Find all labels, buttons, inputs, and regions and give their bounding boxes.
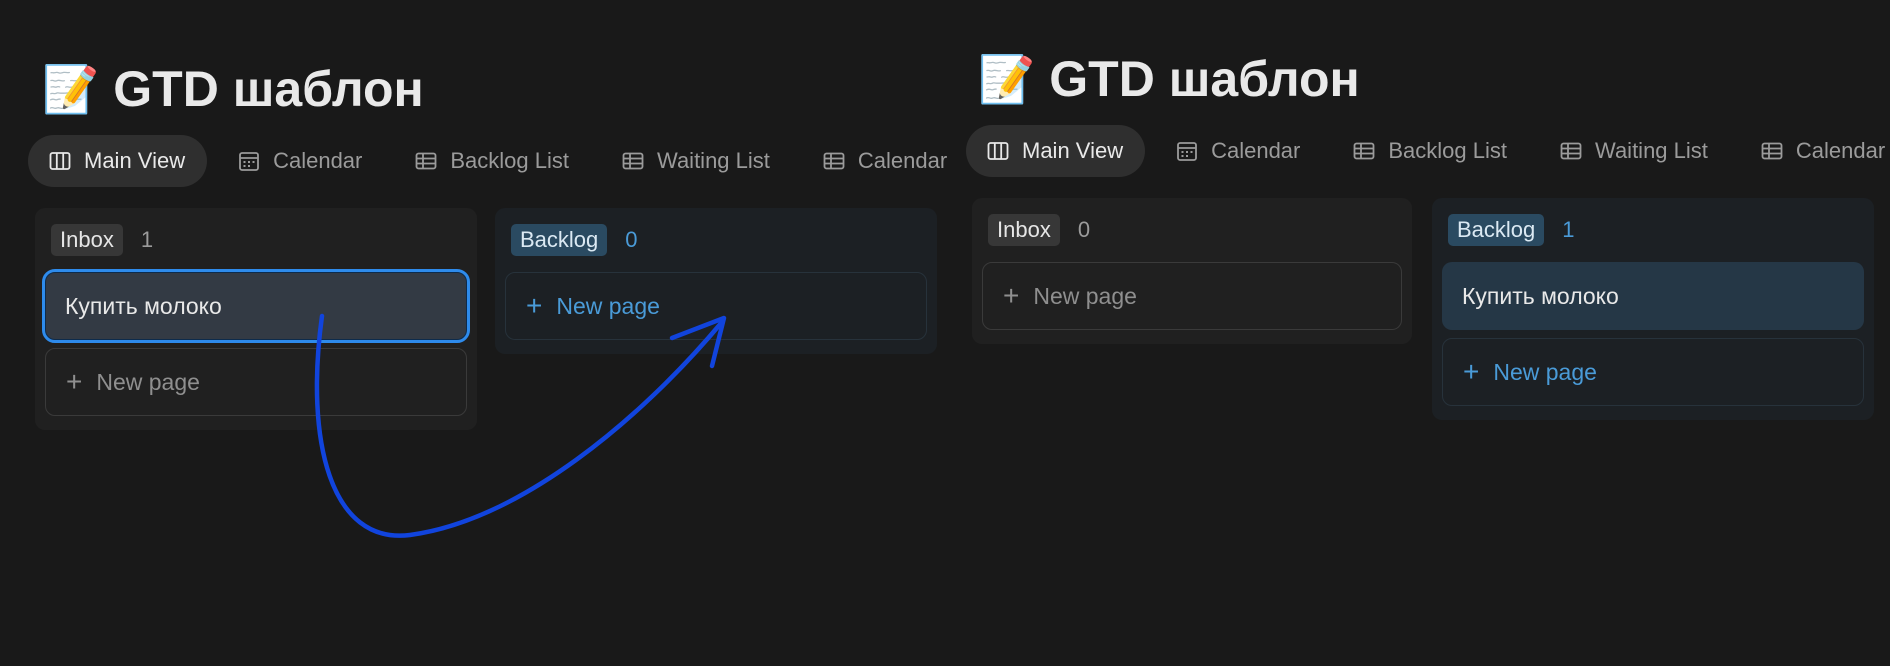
tab-label: Calendar [857,148,948,173]
page-title: 📝 GTD шаблон [978,50,1360,108]
new-page-label: New page [1493,358,1597,385]
new-page-button[interactable]: + New page [45,348,467,416]
before-pane: 📝 GTD шаблон Main View Calendar Backlog … [0,0,948,666]
tab-calendar[interactable]: Calendar [1155,125,1322,177]
table-icon [1560,142,1582,160]
memo-icon: 📝 [978,53,1036,105]
table-icon [622,152,644,170]
plus-icon: + [66,366,83,397]
status-badge: Backlog [511,224,608,256]
tab-backlog-list[interactable]: Backlog List [1332,125,1529,177]
status-badge: Inbox [51,224,123,256]
new-page-button[interactable]: + New page [1442,338,1864,406]
status-badge: Backlog [1448,214,1545,246]
board-icon [987,142,1009,160]
column-count: 1 [140,227,154,252]
tab-label: Backlog List [1388,138,1507,163]
tab-backlog-list[interactable]: Backlog List [394,135,591,187]
tab-waiting-list[interactable]: Waiting List [1539,125,1730,177]
column-count: 0 [625,227,638,252]
tab-label: Backlog List [450,148,569,173]
tab-calendar-2[interactable]: Calendar [802,135,948,187]
column-header: Backlog 0 [505,222,927,258]
new-page-button[interactable]: + New page [982,262,1402,330]
column-count: 1 [1562,217,1575,242]
tab-label: Main View [84,148,186,173]
new-page-label: New page [1033,282,1137,309]
column-header: Inbox 0 [982,212,1402,248]
plus-icon: + [1463,356,1480,387]
calendar-icon [1177,142,1197,161]
tab-main-view[interactable]: Main View [28,135,208,187]
tab-waiting-list[interactable]: Waiting List [601,135,792,187]
table-icon [415,152,437,170]
calendar-icon [239,152,259,171]
tab-label: Calendar [1795,138,1886,163]
tab-label: Calendar [1211,138,1301,163]
plus-icon: + [526,290,543,321]
tab-label: Waiting List [1595,138,1708,163]
column-header: Backlog 1 [1442,212,1864,248]
column-inbox: Inbox 1 Купить молоко + New page [35,208,477,430]
tab-main-view[interactable]: Main View [966,125,1146,177]
tab-label: Calendar [273,148,363,173]
tab-calendar-2[interactable]: Calendar [1740,125,1890,177]
column-backlog: Backlog 1 Купить молоко + New page [1432,198,1874,420]
task-card[interactable]: Купить молоко [1442,262,1864,330]
page-title: 📝 GTD шаблон [42,60,424,118]
new-page-label: New page [556,292,660,319]
page-title-text: GTD шаблон [113,61,424,117]
tab-label: Main View [1022,138,1124,163]
tab-calendar[interactable]: Calendar [217,135,384,187]
plus-icon: + [1003,280,1020,311]
board-icon [49,152,71,170]
column-inbox: Inbox 0 + New page [972,198,1412,344]
tab-label: Waiting List [657,148,770,173]
memo-icon: 📝 [42,63,100,115]
table-icon [1761,142,1783,160]
column-backlog: Backlog 0 + New page [495,208,937,354]
page-title-text: GTD шаблон [1049,51,1360,107]
view-tabs: Main View Calendar Backlog List Waiting … [28,135,948,187]
table-icon [1353,142,1375,160]
new-page-label: New page [96,368,200,395]
after-pane: 📝 GTD шаблон Main View Calendar Backlog … [948,0,1890,666]
column-header: Inbox 1 [45,222,467,258]
view-tabs: Main View Calendar Backlog List Waiting … [966,125,1890,177]
column-count: 0 [1077,217,1091,242]
new-page-button[interactable]: + New page [505,272,927,340]
task-card[interactable]: Купить молоко [42,269,470,343]
status-badge: Inbox [988,214,1060,246]
table-icon [823,152,845,170]
